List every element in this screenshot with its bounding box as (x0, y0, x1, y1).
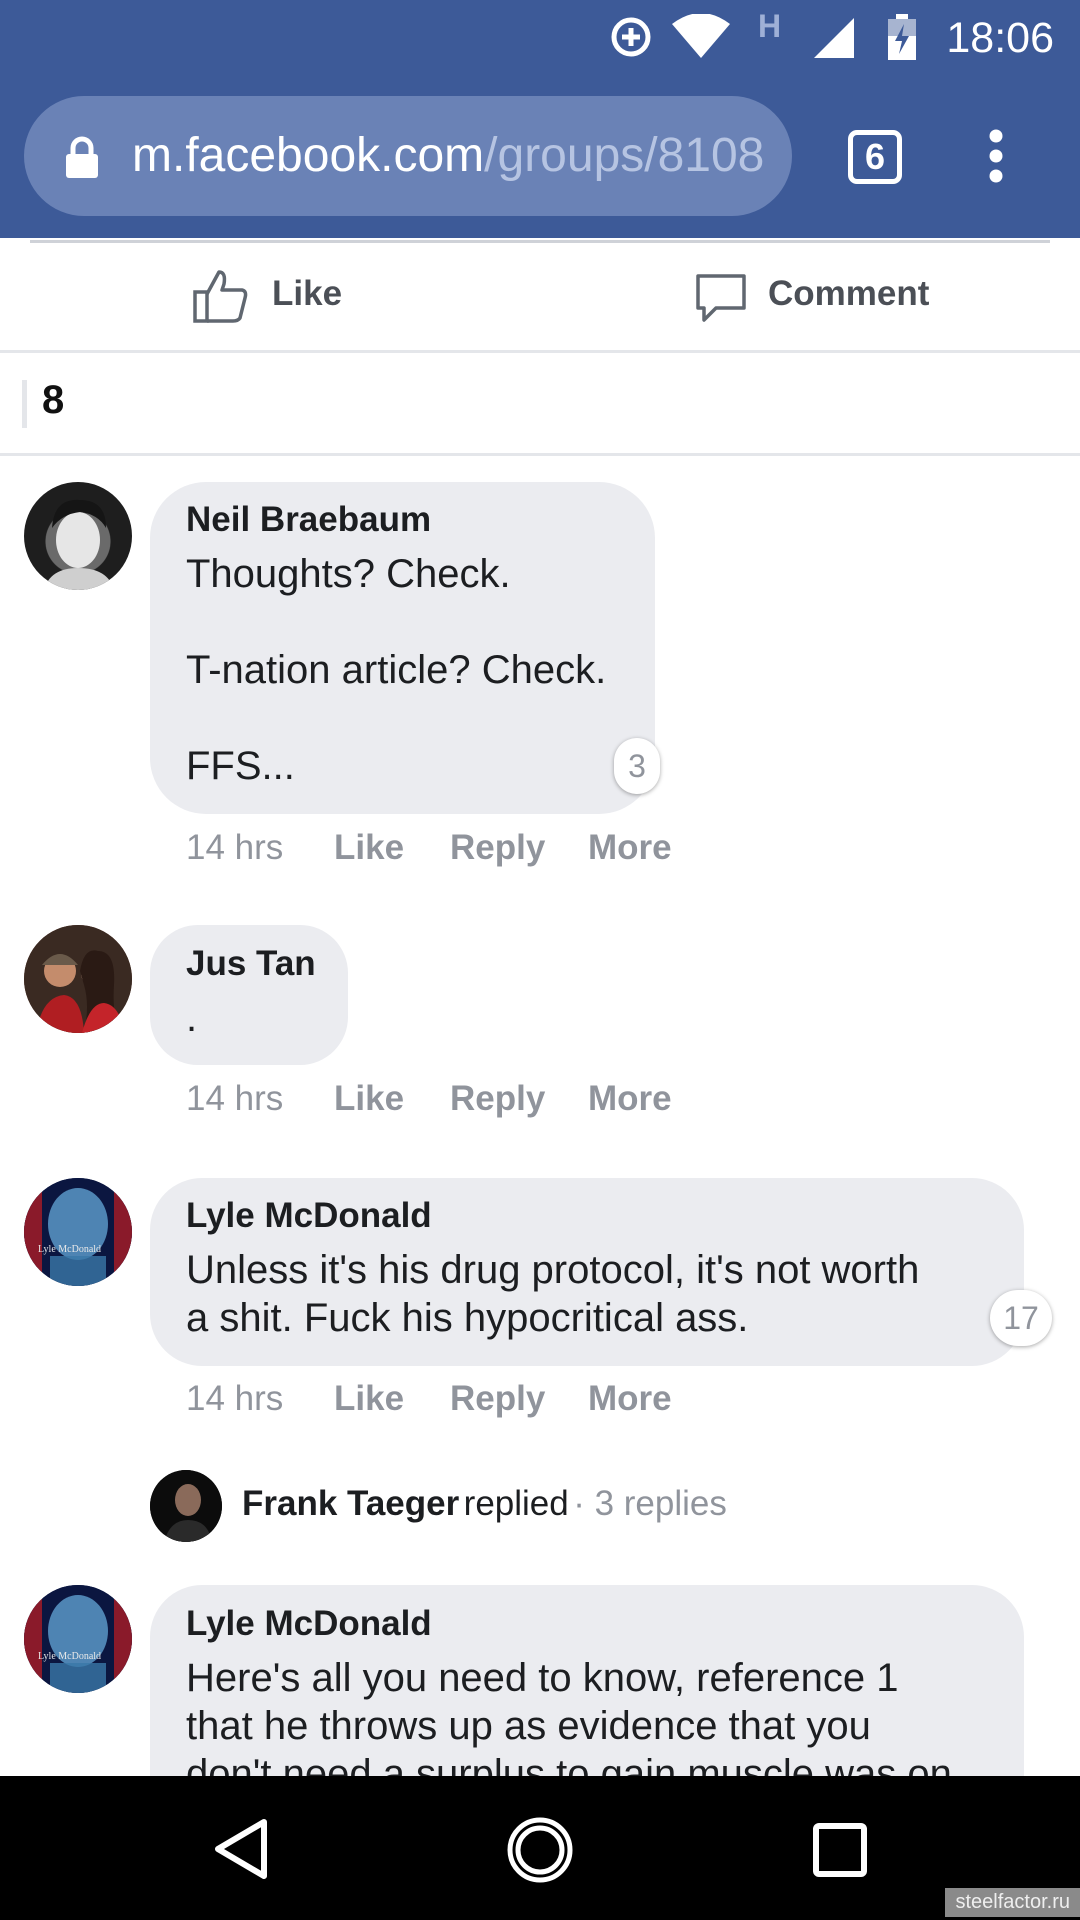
comment-post-label: Comment (768, 274, 930, 313)
comment-author[interactable]: Jus Tan (186, 944, 316, 984)
comment-author[interactable]: Lyle McDonald (186, 1196, 432, 1236)
comment-reply-button[interactable]: Reply (450, 828, 545, 868)
comment-like-button[interactable]: Like (334, 1079, 404, 1119)
like-post-button[interactable]: Like (192, 262, 382, 332)
profile-photo-icon (150, 1470, 222, 1542)
comment-text: . (186, 996, 198, 1040)
status-time: 18:06 (946, 14, 1054, 62)
replies-summary-text: Frank Taeger replied · 3 replies (242, 1484, 727, 1524)
comment-more-button[interactable]: More (588, 1379, 672, 1419)
avatar[interactable]: Lyle McDonald (24, 1178, 132, 1286)
tab-switcher-button[interactable]: 6 (848, 130, 902, 184)
lock-icon (66, 136, 98, 178)
home-icon[interactable] (506, 1816, 574, 1884)
reaction-count-marker (22, 380, 27, 428)
comment-reply-button[interactable]: Reply (450, 1379, 545, 1419)
profile-photo-icon (24, 1585, 132, 1693)
battery-charging-icon (888, 14, 916, 60)
reply-count: · 3 replies (573, 1484, 727, 1523)
comment-author[interactable]: Neil Braebaum (186, 500, 431, 540)
reply-author: Frank Taeger (242, 1484, 460, 1523)
avatar[interactable] (24, 925, 132, 1033)
profile-photo-icon (24, 925, 132, 1033)
thumbs-up-icon (193, 270, 248, 323)
data-saver-icon (611, 17, 651, 57)
divider (0, 350, 1080, 353)
comment-reaction-count[interactable]: 17 (990, 1290, 1052, 1346)
avatar[interactable] (24, 482, 132, 590)
comment-author[interactable]: Lyle McDonald (186, 1604, 432, 1644)
comment-post-button[interactable]: Comment (692, 262, 952, 332)
overflow-menu-icon[interactable] (988, 128, 1004, 184)
comment-time: 14 hrs (186, 1379, 284, 1418)
replies-summary[interactable]: Frank Taeger replied · 3 replies (150, 1470, 750, 1544)
url-path: /groups/8108 (484, 129, 765, 182)
comment-bubble-icon (696, 274, 746, 322)
profile-photo-icon (44, 499, 114, 590)
avatar (150, 1470, 222, 1542)
signal-icon (814, 18, 854, 58)
recents-icon[interactable] (812, 1822, 868, 1878)
back-icon[interactable] (212, 1818, 270, 1880)
comment-time: 14 hrs (186, 1079, 284, 1118)
comment-text: Unless it's his drug protocol, it's not … (186, 1248, 920, 1340)
comment-like-button[interactable]: Like (334, 1379, 404, 1419)
watermark: steelfactor.ru (945, 1888, 1080, 1917)
avatar-caption: Lyle McDonald (38, 1244, 102, 1255)
wifi-icon (672, 14, 730, 58)
comment-time: 14 hrs (186, 828, 284, 867)
comment-text: Thoughts? Check. T-nation article? Check… (186, 552, 607, 788)
comment-reply-button[interactable]: Reply (450, 1079, 545, 1119)
reaction-count[interactable]: 8 (42, 378, 64, 423)
comment-more-button[interactable]: More (588, 1079, 672, 1119)
comment-more-button[interactable]: More (588, 828, 672, 868)
like-post-label: Like (272, 274, 343, 313)
url-text: m.facebook.com/groups/8108 (132, 128, 768, 183)
divider (30, 240, 1050, 243)
reply-verb: replied (463, 1484, 569, 1523)
url-host: m.facebook.com (132, 129, 485, 182)
network-type-label: H (758, 8, 782, 44)
avatar-caption: Lyle McDonald (38, 1651, 102, 1662)
profile-photo-icon (24, 1178, 132, 1286)
divider (0, 453, 1080, 456)
comment-reaction-count[interactable]: 3 (614, 738, 660, 794)
avatar[interactable]: Lyle McDonald (24, 1585, 132, 1693)
comment-like-button[interactable]: Like (334, 828, 404, 868)
